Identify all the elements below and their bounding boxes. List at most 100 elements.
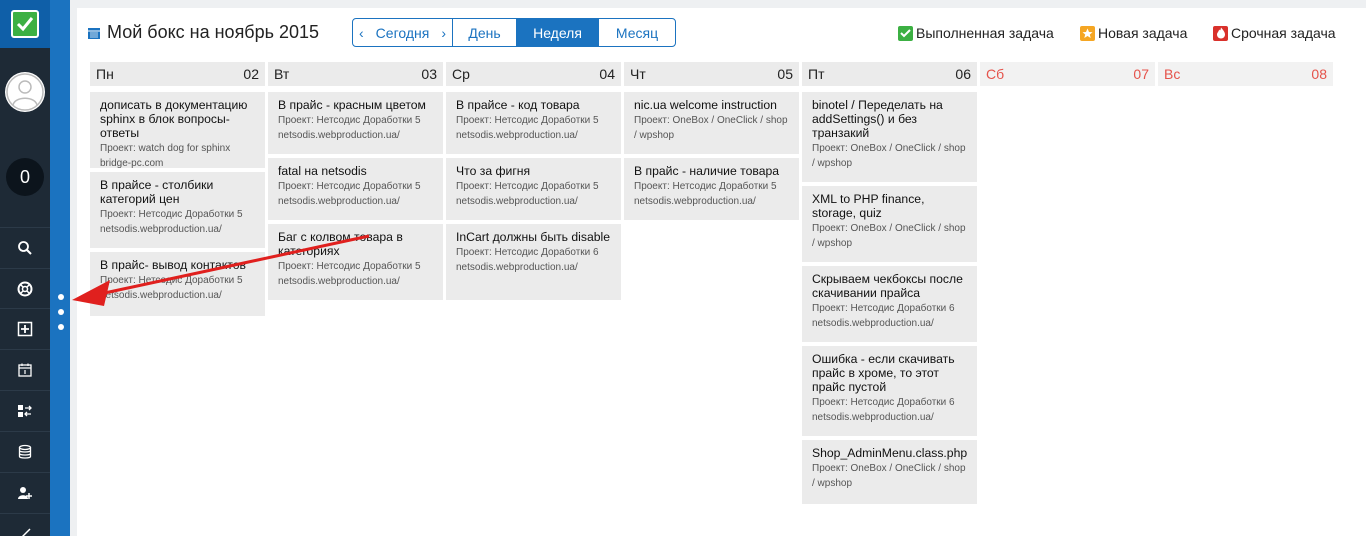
sidebar-add-button[interactable]: [0, 308, 50, 348]
day-name: Ср: [452, 66, 470, 82]
task-title[interactable]: InCart должны быть disable: [456, 230, 611, 244]
tab-week[interactable]: Неделя: [517, 19, 599, 46]
day-name: Сб: [986, 66, 1005, 82]
sidebar-add-user-button[interactable]: [0, 472, 50, 512]
task-title[interactable]: binotel / Переделать на addSettings() и …: [812, 98, 967, 140]
tab-day[interactable]: День: [453, 19, 517, 46]
task-card[interactable]: В прайсе - код товара Проект: Нетсодис До…: [446, 92, 621, 154]
task-card[interactable]: Что за фигня Проект: Нетсодис Доработки 5…: [446, 158, 621, 220]
task-title[interactable]: В прайс- вывод контактов: [100, 258, 255, 272]
day-number: 08: [1311, 66, 1327, 82]
task-title[interactable]: В прайс - красным цветом: [278, 98, 433, 112]
task-title[interactable]: XML to PHP finance, storage, quiz: [812, 192, 967, 220]
sidebar: 0: [0, 0, 50, 536]
search-icon: [18, 240, 32, 255]
legend-new: Новая задача: [1080, 25, 1187, 41]
task-title[interactable]: Что за фигня: [456, 164, 611, 178]
day-header[interactable]: Пт 06: [802, 62, 977, 86]
next-button[interactable]: ›: [441, 25, 446, 41]
drag-handle-dot[interactable]: [58, 294, 64, 300]
task-project-url: bridge-pc.com: [100, 158, 164, 169]
task-card[interactable]: InCart должны быть disable Проект: Нетсод…: [446, 224, 621, 300]
day-header[interactable]: Вт 03: [268, 62, 443, 86]
today-button[interactable]: Сегодня: [376, 25, 430, 41]
lifebuoy-icon: [17, 281, 33, 296]
task-card[interactable]: Shop_AdminMenu.class.php Проект: OneBox /…: [802, 440, 977, 504]
task-title[interactable]: fatal на netsodis: [278, 164, 433, 178]
page-header: Мой бокс на ноябрь 2015: [87, 22, 319, 43]
day-header[interactable]: Вс 08: [1158, 62, 1333, 86]
task-title[interactable]: дописать в документацию sphinx в блок во…: [100, 98, 255, 140]
task-project-url: netsodis.webproduction.ua/: [634, 196, 756, 207]
task-title[interactable]: Баг с колвом товара в категориях: [278, 230, 433, 258]
page-title: Мой бокс на ноябрь 2015: [107, 22, 320, 42]
task-card[interactable]: дописать в документацию sphinx в блок во…: [90, 92, 265, 169]
task-title[interactable]: Shop_AdminMenu.class.php: [812, 446, 967, 460]
day-name: Вс: [1164, 66, 1181, 82]
task-project: Проект: OneBox / OneClick / shop: [812, 463, 966, 474]
check-icon: [898, 25, 913, 41]
task-card[interactable]: XML to PHP finance, storage, quiz Проект:…: [802, 186, 977, 262]
day-header[interactable]: Сб 07: [980, 62, 1155, 86]
task-project-url: / wpshop: [812, 158, 853, 169]
legend-urgent: Срочная задача: [1213, 25, 1336, 41]
task-title[interactable]: Скрываем чекбоксы после скачивании прайс…: [812, 272, 967, 300]
drag-handle-dot[interactable]: [58, 309, 64, 315]
add-box-icon: [17, 321, 33, 336]
pen-icon: [19, 527, 31, 536]
sidebar-search-button[interactable]: [0, 227, 50, 267]
task-project-url: / wpshop: [812, 238, 853, 249]
day-header[interactable]: Чт 05: [624, 62, 799, 86]
user-avatar[interactable]: [5, 72, 45, 112]
calendar-icon: [88, 27, 100, 39]
legend-new-label: Новая задача: [1098, 25, 1188, 41]
task-title[interactable]: В прайс - наличие товара: [634, 164, 789, 178]
task-project: Проект: Нетсодис Доработки 5: [278, 261, 421, 272]
day-number: 06: [955, 66, 971, 82]
task-card[interactable]: fatal на netsodis Проект: Нетсодис Дорабо…: [268, 158, 443, 220]
task-project-url: netsodis.webproduction.ua/: [456, 130, 578, 141]
task-card[interactable]: В прайс - красным цветом Проект: Нетсодис…: [268, 92, 443, 154]
day-header[interactable]: Ср 04: [446, 62, 621, 86]
task-title[interactable]: nic.ua welcome instruction: [634, 98, 789, 112]
database-icon: [18, 444, 32, 459]
app-logo[interactable]: [0, 0, 50, 48]
sidebar-transfer-button[interactable]: [0, 390, 50, 430]
task-project: Проект: Нетсодис Доработки 5: [456, 115, 599, 126]
task-card[interactable]: В прайсе - столбики категорий цен Проект:…: [90, 172, 265, 248]
task-title[interactable]: В прайсе - код товара: [456, 98, 611, 112]
task-project-url: netsodis.webproduction.ua/: [456, 196, 578, 207]
task-project-url: netsodis.webproduction.ua/: [100, 290, 222, 301]
task-project-url: netsodis.webproduction.ua/: [278, 196, 400, 207]
task-card[interactable]: nic.ua welcome instruction Проект: OneBox…: [624, 92, 799, 154]
task-project: Проект: OneBox / OneClick / shop: [812, 223, 966, 234]
sidebar-calendar-button[interactable]: [0, 349, 50, 389]
task-card[interactable]: Скрываем чекбоксы после скачивании прайс…: [802, 266, 977, 342]
task-card[interactable]: Ошибка - если скачивать прайс в хроме, т…: [802, 346, 977, 436]
task-card[interactable]: Баг с колвом товара в категориях Проект: …: [268, 224, 443, 300]
task-project-url: / wpshop: [812, 478, 853, 489]
sidebar-edit-button[interactable]: [0, 513, 50, 536]
legend-done-label: Выполненная задача: [916, 25, 1054, 41]
sidebar-resize-strip[interactable]: [50, 0, 70, 536]
day-header[interactable]: Пн 02: [90, 62, 265, 86]
task-card[interactable]: В прайс- вывод контактов Проект: Нетсодис…: [90, 252, 265, 316]
notification-counter[interactable]: 0: [6, 158, 44, 196]
drag-handle-dot[interactable]: [58, 324, 64, 330]
task-card[interactable]: binotel / Переделать на addSettings() и …: [802, 92, 977, 182]
add-user-icon: [18, 486, 32, 499]
task-title[interactable]: Ошибка - если скачивать прайс в хроме, т…: [812, 352, 967, 394]
task-project: Проект: OneBox / OneClick / shop: [812, 143, 966, 154]
today-nav: ‹ Сегодня ›: [353, 19, 453, 46]
tab-month[interactable]: Месяц: [599, 19, 675, 46]
prev-button[interactable]: ‹: [359, 25, 364, 41]
sidebar-database-button[interactable]: [0, 431, 50, 471]
day-column: Вс 08: [1158, 62, 1333, 86]
task-project-url: netsodis.webproduction.ua/: [100, 224, 222, 235]
fire-icon: [1213, 25, 1228, 41]
task-card[interactable]: В прайс - наличие товара Проект: Нетсодис…: [624, 158, 799, 220]
sidebar-support-button[interactable]: [0, 268, 50, 308]
task-project-url: netsodis.webproduction.ua/: [812, 412, 934, 423]
task-title[interactable]: В прайсе - столбики категорий цен: [100, 178, 255, 206]
day-number: 07: [1133, 66, 1149, 82]
